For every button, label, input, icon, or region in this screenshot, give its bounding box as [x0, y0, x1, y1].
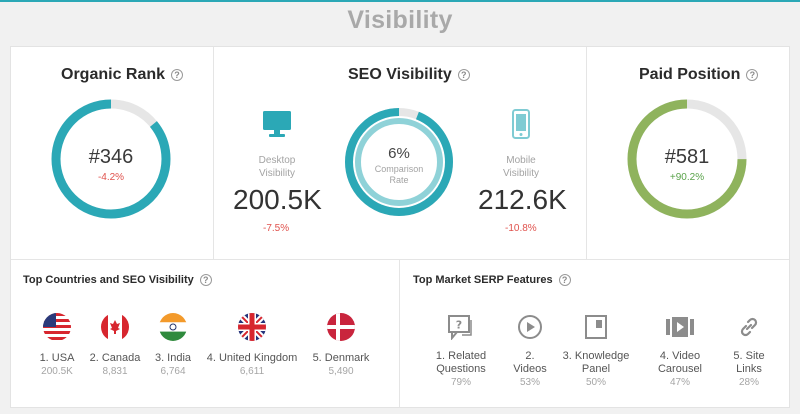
desktop-label-line1: Desktop [258, 155, 296, 166]
organic-rank-title: Organic Rank ? [61, 66, 184, 84]
paid-position-value: #581 [664, 146, 710, 168]
paid-position-title: Paid Position ? [639, 66, 759, 84]
desktop-delta: -7.5% [263, 223, 290, 234]
divider [213, 47, 214, 259]
comparison-label-line1: Comparison [374, 164, 424, 174]
paid-position-title-text: Paid Position [639, 66, 741, 83]
comparison-label-line2: Rate [389, 175, 409, 185]
help-icon[interactable]: ? [171, 69, 184, 81]
organic-rank-value: #346 [88, 146, 134, 168]
help-icon[interactable]: ? [746, 69, 759, 81]
knowledge-panel-icon [554, 313, 638, 341]
feature-value: 50% [585, 377, 606, 388]
divider [11, 259, 789, 260]
serp-feature-item[interactable]: 3. Knowledge Panel 50% [554, 313, 638, 389]
site-links-icon [707, 313, 791, 341]
desktop-icon [262, 110, 292, 143]
svg-text:?: ? [456, 319, 462, 332]
paid-position-center: #581 +90.2% [625, 146, 749, 183]
organic-rank-center: #346 -4.2% [49, 146, 173, 183]
top-accent-line [0, 0, 800, 2]
organic-rank-title-text: Organic Rank [61, 66, 166, 83]
help-icon[interactable]: ? [199, 274, 212, 286]
mobile-delta: -10.8% [505, 223, 537, 234]
paid-position-delta: +90.2% [669, 172, 705, 183]
help-icon[interactable]: ? [558, 274, 571, 286]
country-name: 5. Denmark [312, 352, 370, 364]
feature-name-line2: Panel [581, 363, 611, 375]
feature-name-line1: 3. Knowledge [562, 350, 630, 362]
desktop-label-line2: Visibility [259, 168, 295, 179]
organic-rank-delta: -4.2% [97, 172, 125, 183]
country-item[interactable]: 5. Denmark 5,490 [286, 313, 396, 378]
top-countries-title-text: Top Countries and SEO Visibility [23, 274, 194, 286]
visibility-card: Organic Rank ? #346 -4.2% SEO Visibility… [10, 46, 790, 408]
serp-feature-item[interactable]: 5. Site Links 28% [707, 313, 791, 389]
seo-visibility-title: SEO Visibility ? [348, 66, 470, 84]
country-value: 5,490 [328, 366, 354, 377]
denmark-flag-icon [327, 313, 355, 341]
comparison-label: Comparison Rate [344, 164, 454, 186]
desktop-label: Desktop Visibility [239, 154, 315, 180]
uk-flag-icon [238, 313, 266, 341]
desktop-value: 200.5K [233, 184, 322, 215]
mobile-label-line2: Visibility [503, 168, 539, 179]
top-serp-title-text: Top Market SERP Features [413, 274, 553, 286]
feature-value: 28% [738, 377, 759, 388]
mobile-label: Mobile Visibility [483, 154, 559, 180]
feature-name-line1: 5. Site [733, 350, 765, 362]
mobile-icon [512, 109, 530, 144]
india-flag-icon [159, 313, 187, 341]
page-title: Visibility [347, 6, 453, 34]
top-serp-title: Top Market SERP Features ? [413, 274, 571, 286]
divider [399, 260, 400, 407]
comparison-value: 6% [388, 145, 410, 162]
comparison-center: 6% Comparison Rate [344, 145, 454, 186]
top-countries-title: Top Countries and SEO Visibility ? [23, 274, 212, 286]
help-icon[interactable]: ? [457, 69, 470, 81]
mobile-label-line1: Mobile [506, 155, 536, 166]
mobile-value: 212.6K [478, 184, 567, 215]
divider [586, 47, 587, 259]
feature-name-line2: Links [736, 363, 762, 375]
seo-visibility-title-text: SEO Visibility [348, 66, 452, 83]
